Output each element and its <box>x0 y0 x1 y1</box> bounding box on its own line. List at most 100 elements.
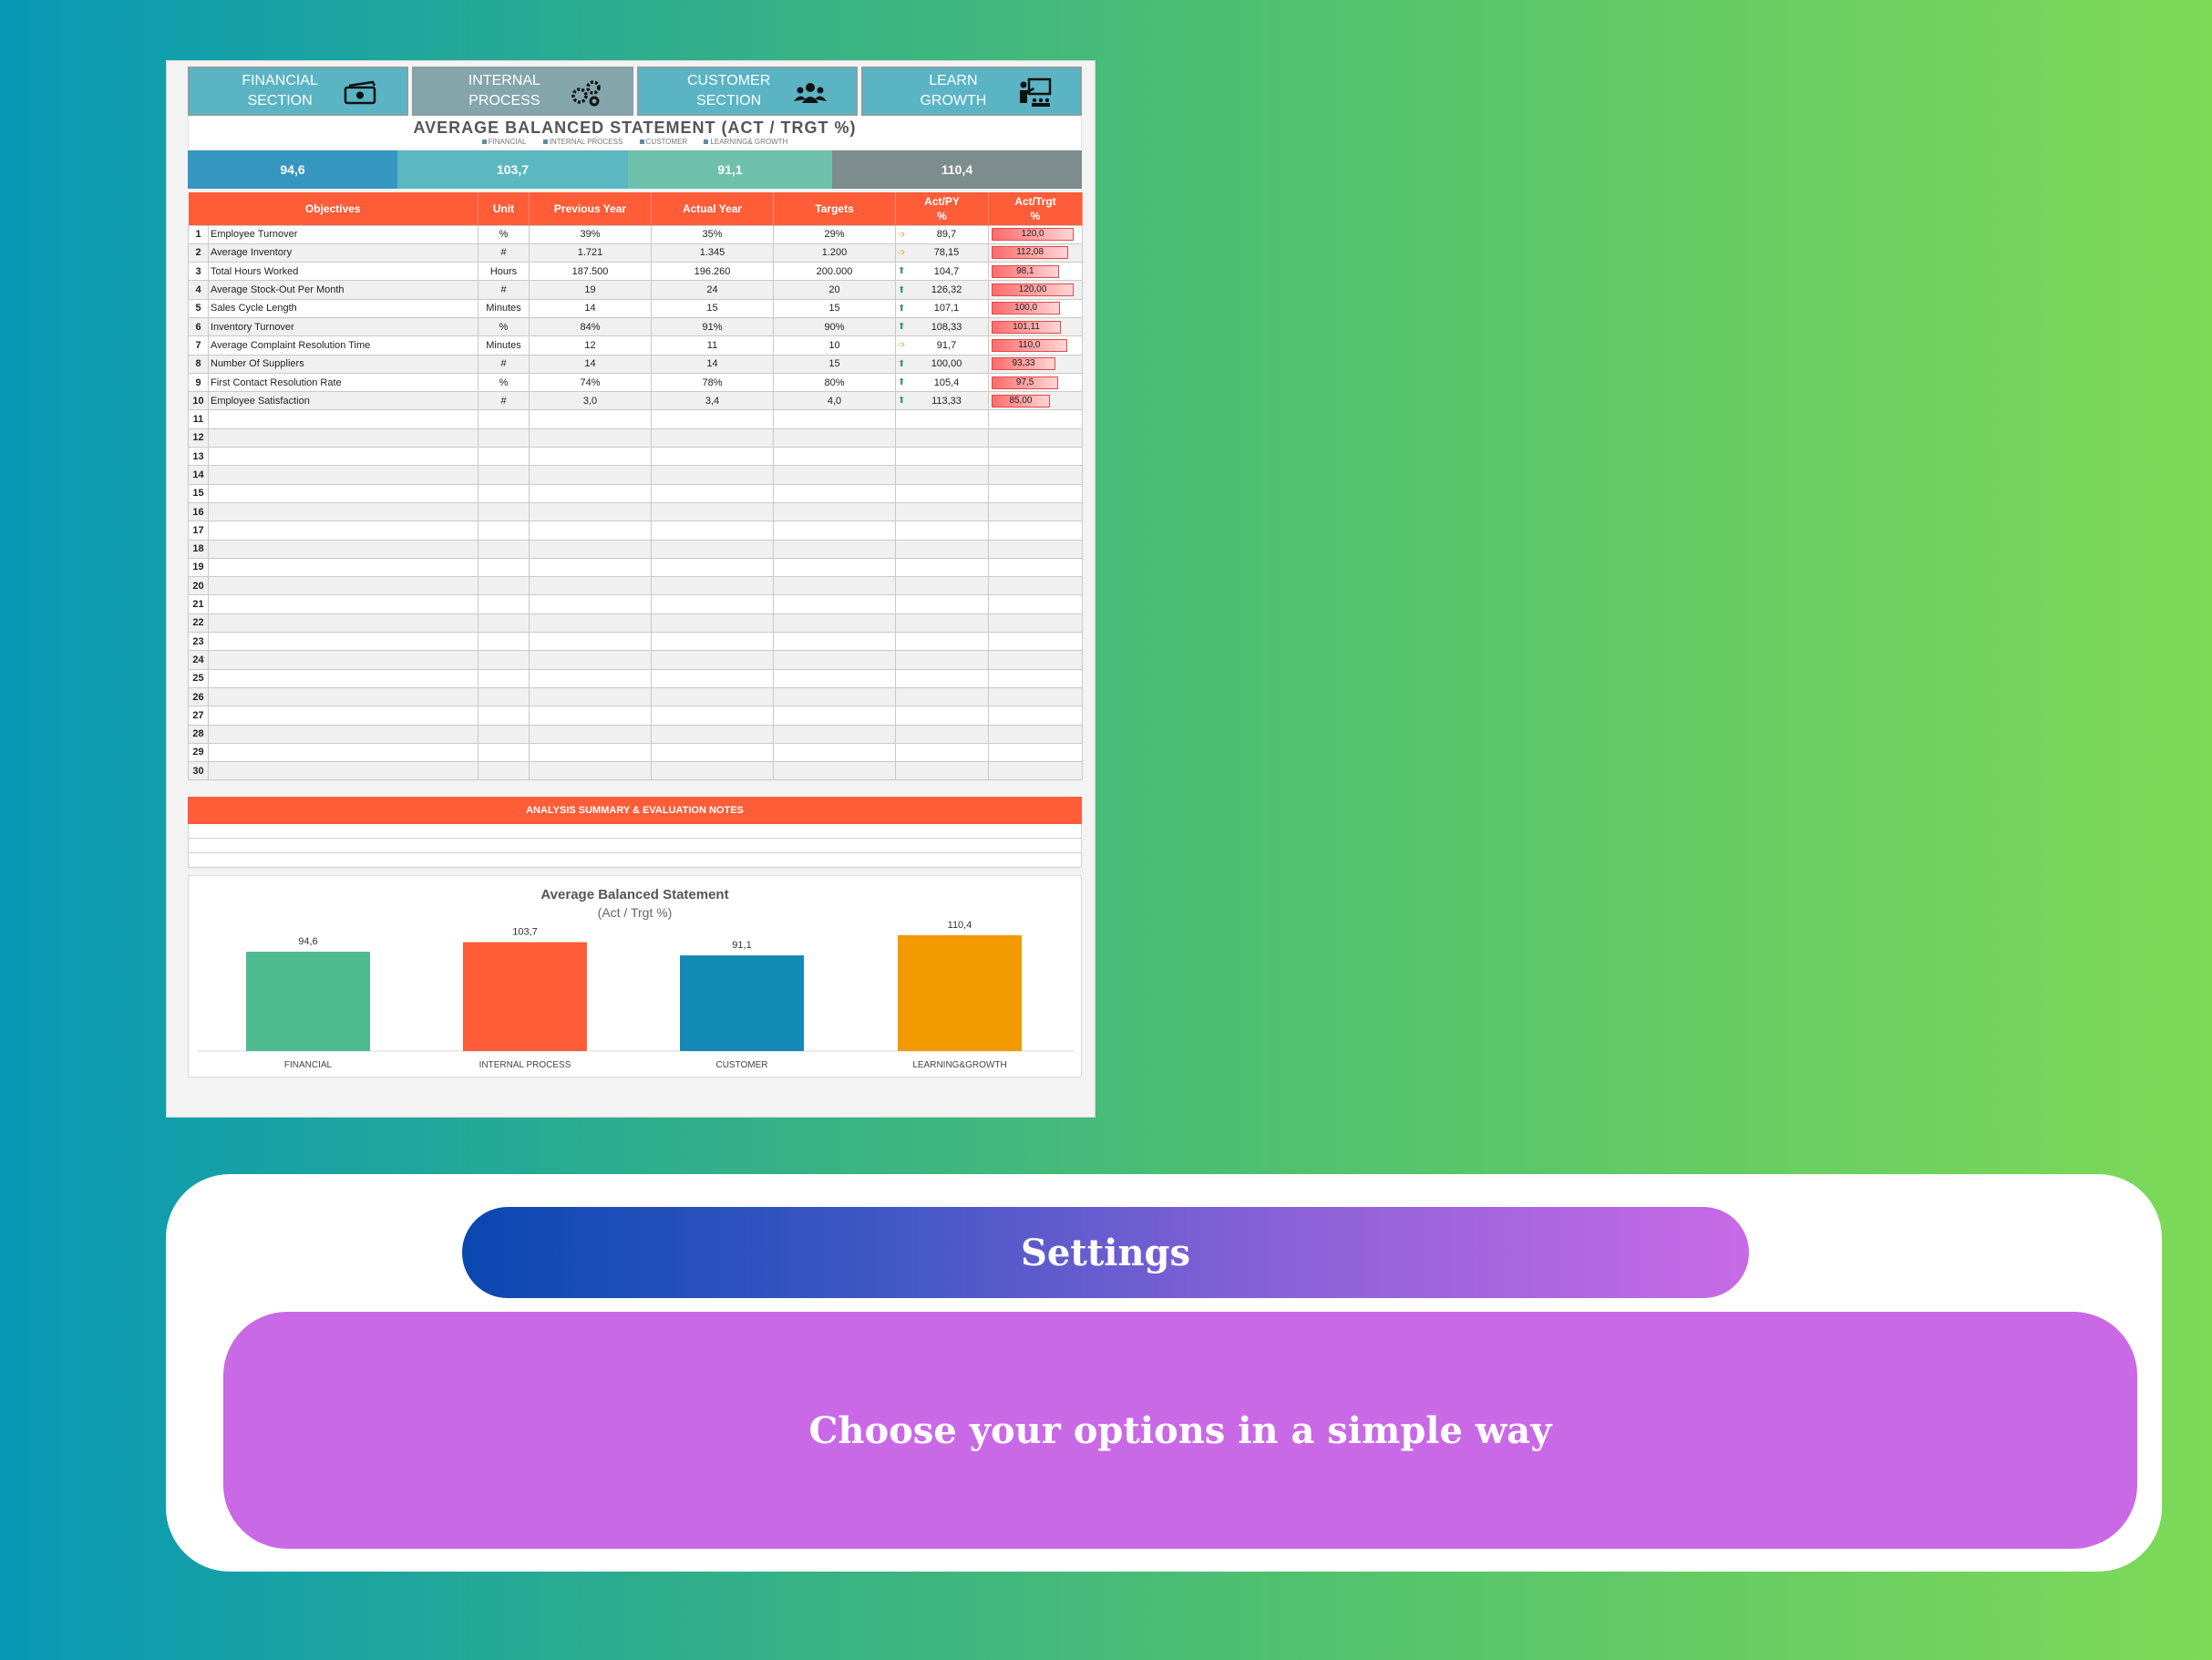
empty-cell[interactable] <box>773 761 897 781</box>
empty-cell[interactable] <box>529 613 653 634</box>
empty-cell[interactable] <box>651 539 775 559</box>
unit-cell[interactable]: # <box>478 354 530 374</box>
empty-cell[interactable] <box>988 576 1084 596</box>
target-cell[interactable]: 15 <box>773 354 897 374</box>
table-row[interactable]: 2 Average Inventory #1.721 1.345 1.200 ➩ 78,15… <box>188 242 1084 263</box>
empty-cell[interactable] <box>773 539 897 559</box>
table-row[interactable]: 22 <box>188 613 1084 634</box>
empty-cell[interactable] <box>207 686 479 707</box>
summary-note-line[interactable] <box>188 853 1082 869</box>
empty-cell[interactable] <box>207 447 479 467</box>
nav-financial-section[interactable]: FINANCIAL SECTION <box>188 67 409 116</box>
empty-cell[interactable] <box>478 576 530 596</box>
previous-year-cell[interactable]: 14 <box>529 354 653 374</box>
empty-cell[interactable] <box>478 761 530 781</box>
empty-cell[interactable] <box>988 742 1084 763</box>
target-cell[interactable]: 90% <box>773 316 897 337</box>
settings-button[interactable]: Settings <box>462 1207 1749 1298</box>
table-row[interactable]: 10 Employee Satisfaction #3,0 3,4 4,0 ⬆ 113,33… <box>188 391 1084 411</box>
objective-cell[interactable]: Total Hours Worked <box>207 262 479 282</box>
empty-cell[interactable] <box>478 668 530 688</box>
summary-note-line[interactable] <box>188 839 1082 854</box>
empty-cell[interactable] <box>651 521 775 541</box>
empty-cell[interactable] <box>529 447 653 467</box>
unit-cell[interactable]: Minutes <box>478 298 530 318</box>
empty-cell[interactable] <box>988 613 1084 634</box>
table-row[interactable]: 8 Number Of Suppliers #14 14 15 ⬆ 100,00 93,33 <box>188 354 1084 374</box>
empty-cell[interactable] <box>478 632 530 652</box>
empty-cell[interactable] <box>895 650 990 670</box>
empty-cell[interactable] <box>988 521 1084 541</box>
nav-learn-growth[interactable]: LEARN GROWTH <box>860 67 1082 116</box>
table-row[interactable]: 23 <box>188 632 1084 652</box>
unit-cell[interactable]: # <box>478 280 530 300</box>
empty-cell[interactable] <box>988 650 1084 670</box>
empty-cell[interactable] <box>529 428 653 449</box>
empty-cell[interactable] <box>773 650 897 670</box>
table-row[interactable]: 29 <box>188 742 1084 763</box>
empty-cell[interactable] <box>895 501 990 522</box>
chart-bar[interactable] <box>246 952 370 1052</box>
empty-cell[interactable] <box>988 632 1084 652</box>
empty-cell[interactable] <box>529 539 653 559</box>
empty-cell[interactable] <box>988 724 1084 744</box>
objective-cell[interactable]: Number Of Suppliers <box>207 354 479 374</box>
target-cell[interactable]: 200.000 <box>773 262 897 282</box>
empty-cell[interactable] <box>478 594 530 614</box>
objective-cell[interactable]: Inventory Turnover <box>207 316 479 337</box>
empty-cell[interactable] <box>895 632 990 652</box>
empty-cell[interactable] <box>529 501 653 522</box>
table-row[interactable]: 27 <box>188 706 1084 726</box>
table-row[interactable]: 12 <box>188 428 1084 449</box>
empty-cell[interactable] <box>773 594 897 614</box>
empty-cell[interactable] <box>651 465 775 485</box>
empty-cell[interactable] <box>651 576 775 596</box>
empty-cell[interactable] <box>207 724 479 744</box>
table-row[interactable]: 24 <box>188 650 1084 670</box>
empty-cell[interactable] <box>651 409 775 429</box>
objective-cell[interactable]: Employee Satisfaction <box>207 391 479 411</box>
empty-cell[interactable] <box>895 539 990 559</box>
empty-cell[interactable] <box>651 742 775 763</box>
empty-cell[interactable] <box>773 557 897 578</box>
table-row[interactable]: 30 <box>188 761 1084 781</box>
unit-cell[interactable]: # <box>478 391 530 411</box>
target-cell[interactable]: 15 <box>773 298 897 318</box>
empty-cell[interactable] <box>207 557 479 578</box>
empty-cell[interactable] <box>895 409 990 429</box>
empty-cell[interactable] <box>478 557 530 578</box>
empty-cell[interactable] <box>895 521 990 541</box>
empty-cell[interactable] <box>207 632 479 652</box>
empty-cell[interactable] <box>773 742 897 763</box>
objective-cell[interactable]: Average Inventory <box>207 242 479 263</box>
empty-cell[interactable] <box>988 557 1084 578</box>
table-row[interactable]: 21 <box>188 594 1084 614</box>
empty-cell[interactable] <box>478 483 530 503</box>
previous-year-cell[interactable]: 1.721 <box>529 242 653 263</box>
actual-year-cell[interactable]: 14 <box>651 354 775 374</box>
empty-cell[interactable] <box>478 409 530 429</box>
empty-cell[interactable] <box>895 761 990 781</box>
empty-cell[interactable] <box>529 724 653 744</box>
empty-cell[interactable] <box>207 521 479 541</box>
empty-cell[interactable] <box>651 706 775 726</box>
empty-cell[interactable] <box>988 706 1084 726</box>
table-row[interactable]: 15 <box>188 483 1084 503</box>
empty-cell[interactable] <box>651 613 775 634</box>
empty-cell[interactable] <box>651 761 775 781</box>
empty-cell[interactable] <box>651 686 775 707</box>
empty-cell[interactable] <box>478 706 530 726</box>
chart-bar[interactable] <box>898 935 1022 1052</box>
actual-year-cell[interactable]: 91% <box>651 316 775 337</box>
empty-cell[interactable] <box>207 650 479 670</box>
empty-cell[interactable] <box>529 594 653 614</box>
empty-cell[interactable] <box>207 594 479 614</box>
previous-year-cell[interactable]: 74% <box>529 372 653 393</box>
empty-cell[interactable] <box>207 742 479 763</box>
empty-cell[interactable] <box>207 501 479 522</box>
empty-cell[interactable] <box>895 686 990 707</box>
previous-year-cell[interactable]: 39% <box>529 224 653 244</box>
empty-cell[interactable] <box>988 501 1084 522</box>
actual-year-cell[interactable]: 1.345 <box>651 242 775 263</box>
empty-cell[interactable] <box>988 428 1084 449</box>
